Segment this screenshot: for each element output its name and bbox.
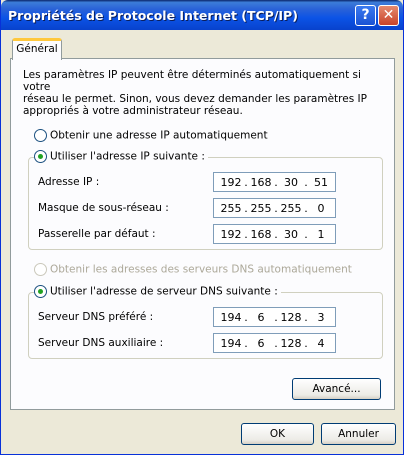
- title-bar[interactable]: Propriétés de Protocole Internet (TCP/IP…: [1, 0, 403, 30]
- alternate-dns-field[interactable]: 194. 6. 128. 4: [213, 333, 336, 353]
- preferred-dns-field[interactable]: 194. 6. 128. 3: [213, 307, 336, 327]
- octet: 194: [220, 337, 242, 350]
- octet: 51: [314, 176, 328, 189]
- close-icon[interactable]: ✕: [378, 5, 399, 26]
- octet: 128: [280, 337, 302, 350]
- octet: 168: [250, 176, 272, 189]
- dns-manual-label: Utiliser l'adresse de serveur DNS suivan…: [50, 285, 278, 298]
- gateway-field[interactable]: 192. 168. 30. 1: [213, 224, 336, 244]
- octet: 168: [250, 228, 272, 241]
- tcpip-properties-dialog: Propriétés de Protocole Internet (TCP/IP…: [0, 0, 404, 455]
- octet: 255: [280, 202, 302, 215]
- preferred-dns-label: Serveur DNS préféré :: [38, 311, 154, 323]
- octet: 4: [317, 337, 325, 350]
- intro-text: Les paramètres IP peuvent être déterminé…: [23, 69, 367, 117]
- ok-button[interactable]: OK: [241, 423, 314, 445]
- tab-general[interactable]: Général: [12, 38, 62, 60]
- octet: 6: [257, 311, 265, 324]
- ip-manual-radio[interactable]: [34, 150, 47, 163]
- subnet-mask-field[interactable]: 255. 255. 255. 0: [213, 198, 336, 218]
- ip-auto-label: Obtenir une adresse IP automatiquement: [50, 129, 268, 142]
- ip-auto-option[interactable]: Obtenir une adresse IP automatiquement: [34, 129, 268, 144]
- octet: 6: [257, 337, 265, 350]
- octet: 30: [284, 176, 298, 189]
- dns-auto-radio[interactable]: [34, 263, 47, 276]
- ip-manual-option[interactable]: Utiliser l'adresse IP suivante :: [34, 150, 208, 165]
- octet: 255: [250, 202, 272, 215]
- ip-manual-label: Utiliser l'adresse IP suivante :: [50, 150, 205, 163]
- help-icon[interactable]: ?: [355, 5, 376, 26]
- cancel-button[interactable]: Annuler: [321, 423, 396, 445]
- octet: 192: [220, 228, 242, 241]
- octet: 1: [317, 228, 325, 241]
- dns-manual-radio[interactable]: [34, 285, 47, 298]
- ip-auto-radio[interactable]: [34, 129, 47, 142]
- octet: 0: [317, 202, 325, 215]
- window-title: Propriétés de Protocole Internet (TCP/IP…: [8, 8, 298, 23]
- octet: 255: [220, 202, 242, 215]
- octet: 30: [284, 228, 298, 241]
- octet: 194: [220, 311, 242, 324]
- advanced-button[interactable]: Avancé...: [292, 378, 381, 400]
- ip-address-label: Adresse IP :: [38, 176, 100, 188]
- dns-auto-option[interactable]: Obtenir les adresses des serveurs DNS au…: [34, 263, 352, 278]
- octet: 3: [317, 311, 325, 324]
- gateway-label: Passerelle par défaut :: [38, 228, 156, 240]
- subnet-mask-label: Masque de sous-réseau :: [38, 202, 169, 214]
- octet: 128: [280, 311, 302, 324]
- octet: 192: [220, 176, 242, 189]
- alternate-dns-label: Serveur DNS auxiliaire :: [38, 337, 164, 349]
- dns-manual-option[interactable]: Utiliser l'adresse de serveur DNS suivan…: [34, 285, 281, 300]
- dns-auto-label: Obtenir les adresses des serveurs DNS au…: [50, 263, 352, 276]
- ip-address-field[interactable]: 192. 168. 30. 51: [213, 172, 336, 192]
